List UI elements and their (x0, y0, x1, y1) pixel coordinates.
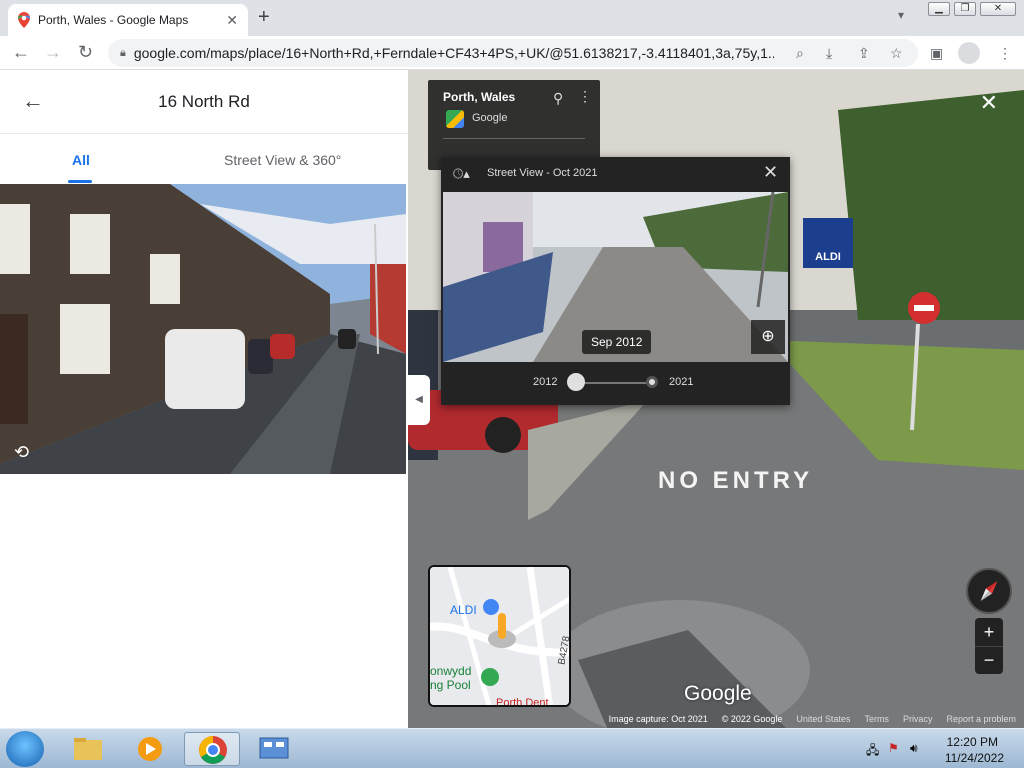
time-travel-panel: 🕓︎▴ Street View - Oct 2021 ✕ Sep 2012 ⊕ … (441, 157, 790, 405)
taskbar-chrome-icon[interactable] (184, 732, 240, 766)
map-label-pool-line2: ng Pool (430, 678, 471, 692)
map-label-aldi: ALDI (450, 603, 477, 617)
place-panel: ← 16 North Rd All Street View & 360° ⟲ (0, 70, 408, 728)
close-time-travel-icon[interactable]: ✕ (763, 162, 778, 183)
rotate-360-icon[interactable]: ⟲ (14, 442, 29, 463)
install-app-icon[interactable]: ⤓ (826, 45, 832, 62)
taskbar-media-player-icon[interactable] (122, 732, 178, 766)
region-link[interactable]: United States (796, 714, 850, 728)
photo-tabs: All Street View & 360° (0, 134, 408, 184)
tab-street-view-360[interactable]: Street View & 360° (224, 152, 341, 168)
image-capture-date: Image capture: Oct 2021 (608, 714, 708, 724)
taskbar-time[interactable]: 12:20 PM (947, 735, 998, 749)
close-street-view-icon[interactable]: ✕ (980, 90, 998, 116)
historical-preview-image[interactable]: Sep 2012 ⊕ (443, 192, 788, 362)
browser-toolbar: ← → ↻ 🔒︎ google.com/maps/place/16+North+… (0, 36, 1024, 70)
road-marking-no-entry: NO ENTRY (658, 467, 813, 494)
panel-header: ← 16 North Rd (0, 70, 408, 134)
timeline-current-marker[interactable] (646, 376, 658, 388)
zoom-out-button[interactable]: − (975, 646, 1003, 674)
minimize-window-icon[interactable]: ▁ (928, 2, 950, 16)
action-center-flag-icon[interactable]: ⚑ (888, 741, 899, 755)
reload-icon[interactable]: ↻ (78, 42, 93, 63)
taskbar-explorer-icon[interactable] (60, 732, 116, 766)
network-icon[interactable]: 🖧︎ (866, 741, 879, 762)
browser-tab-strip: Porth, Wales - Google Maps ✕ + ▾ ▁ ❐ ✕ (0, 0, 1024, 36)
taskbar-control-panel-icon[interactable] (246, 732, 302, 766)
card-divider (443, 138, 585, 139)
system-tray: 🖧︎ ⚑ 🔊︎ 12:20 PM 11/24/2022 (854, 729, 1024, 769)
lock-icon: 🔒︎ (120, 46, 126, 59)
terms-link[interactable]: Terms (864, 714, 889, 728)
new-tab-button[interactable]: + (258, 6, 270, 29)
volume-icon[interactable]: 🔊︎ (910, 741, 918, 756)
share-icon[interactable]: ⇪ (858, 45, 870, 62)
address-url[interactable]: google.com/maps/place/16+North+Rd,+Fernd… (134, 45, 774, 61)
compass-needle-icon (980, 581, 998, 601)
bookmark-star-icon[interactable]: ☆ (890, 45, 903, 62)
browser-tab[interactable]: Porth, Wales - Google Maps ✕ (8, 4, 248, 36)
active-tab-indicator (68, 180, 92, 183)
tab-close-icon[interactable]: ✕ (226, 12, 238, 29)
more-options-icon[interactable]: ⋮ (578, 88, 592, 105)
street-photo-image (0, 184, 406, 474)
map-pin-icon[interactable]: ⚲ (553, 90, 563, 107)
map-label-dentist: Porth Dent (496, 697, 549, 707)
close-window-icon[interactable]: ✕ (980, 2, 1016, 16)
zoom-in-button[interactable]: + (975, 618, 1003, 646)
map-label-pool-line1: onwydd (430, 664, 472, 678)
profile-avatar-icon[interactable] (958, 42, 980, 64)
taskbar-date[interactable]: 11/24/2022 (945, 751, 1004, 765)
image-source: Google (472, 112, 508, 124)
time-travel-title: Street View - Oct 2021 (487, 167, 598, 179)
search-icon[interactable]: ⌕ (796, 45, 804, 62)
timeline-start-year: 2012 (533, 376, 558, 388)
maps-favicon-icon (17, 12, 31, 28)
start-button-icon[interactable] (6, 731, 44, 767)
place-title: 16 North Rd (158, 92, 250, 111)
street-view-pane[interactable]: ALDI NO ENTRY ✕ Porth, Wales ⚲ ⋮ Google … (408, 70, 1024, 728)
history-clock-icon[interactable]: 🕓︎▴ (453, 166, 470, 182)
tab-all[interactable]: All (72, 152, 90, 168)
windows-taskbar: 🖧︎ ⚑ 🔊︎ 12:20 PM 11/24/2022 (0, 728, 1024, 768)
selected-date-label: Sep 2012 (582, 330, 652, 354)
tab-search-chevron-icon[interactable]: ▾ (898, 8, 904, 22)
side-panel-icon[interactable]: ▣ (930, 45, 943, 62)
privacy-link[interactable]: Privacy (903, 714, 933, 728)
aldi-sign: ALDI (815, 251, 841, 263)
timeline-track[interactable] (576, 382, 652, 384)
location-title: Porth, Wales (443, 90, 516, 104)
forward-arrow-icon[interactable]: → (44, 42, 62, 63)
zoom-control: + − (975, 618, 1003, 674)
tab-title: Porth, Wales - Google Maps (38, 13, 189, 27)
mini-map[interactable]: ALDI B4278 onwydd ng Pool Porth Dent (428, 565, 571, 707)
compass-icon[interactable] (966, 568, 1012, 614)
timeline-slider-handle[interactable] (567, 373, 585, 391)
zoom-magnifier-icon[interactable]: ⊕ (751, 320, 785, 354)
copyright: © 2022 Google (721, 714, 783, 724)
street-photo[interactable]: ⟲ (0, 184, 406, 474)
report-problem-link[interactable]: Report a problem (946, 714, 1016, 728)
google-logo: Google (684, 682, 752, 705)
street-view-footer: Image capture: Oct 2021 © 2022 Google Un… (408, 714, 1024, 728)
chrome-menu-icon[interactable]: ⋮ (998, 45, 1012, 62)
back-arrow-icon[interactable]: ← (12, 42, 30, 63)
google-maps-icon (446, 110, 464, 128)
collapse-panel-button[interactable]: ◀ (408, 375, 430, 425)
restore-window-icon[interactable]: ❐ (954, 2, 976, 16)
timeline-end-year: 2021 (669, 376, 694, 388)
